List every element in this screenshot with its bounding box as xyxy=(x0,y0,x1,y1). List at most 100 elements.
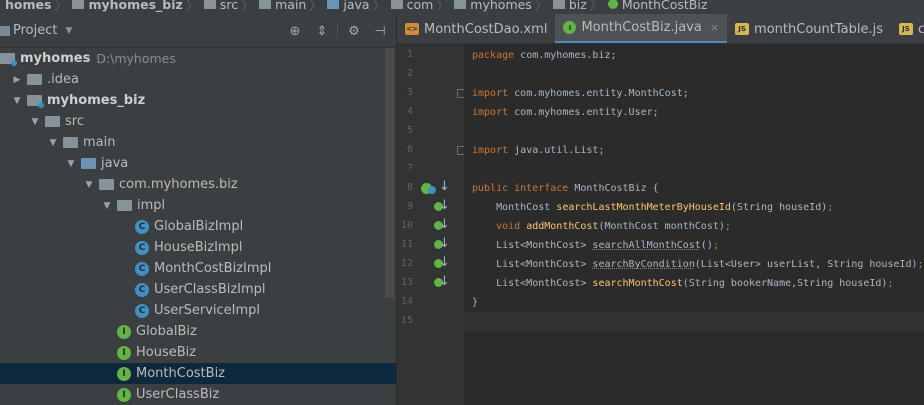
tree-item[interactable]: ▼ impl xyxy=(0,195,396,216)
chevron-down-icon[interactable]: ▼ xyxy=(65,26,72,36)
tree-item[interactable]: I HouseBiz xyxy=(0,342,396,363)
code-line[interactable]: import com.myhomes.entity.MonthCost; xyxy=(464,84,924,103)
tree-item[interactable]: C UserClassBizImpl xyxy=(0,279,396,300)
tree-item[interactable]: ▶ .idea xyxy=(0,69,396,90)
gutter-line[interactable]: 6 xyxy=(397,141,464,160)
locate-target-icon[interactable]: ⊕ xyxy=(287,23,303,39)
tree-item[interactable]: C GlobalBizImpl xyxy=(0,216,396,237)
breadcrumb-item[interactable]: src xyxy=(199,0,241,12)
line-number: 6 xyxy=(406,144,413,155)
gutter-line[interactable]: 15 xyxy=(397,312,464,331)
go-to-implementation-icon[interactable]: ↓ xyxy=(439,255,450,270)
gutter-line[interactable]: 1 xyxy=(397,46,464,65)
code-line[interactable] xyxy=(464,160,924,179)
tree-item[interactable]: I GlobalBiz xyxy=(0,321,396,342)
breadcrumb-item[interactable]: java xyxy=(322,0,372,12)
tree-item[interactable]: C HouseBizImpl xyxy=(0,237,396,258)
code-line[interactable]: package com.myhomes.biz; xyxy=(464,46,924,65)
chevron-right-icon[interactable]: ▶ xyxy=(11,75,23,85)
collapse-all-icon[interactable]: ⇕ xyxy=(314,23,330,39)
tree-item[interactable]: I UserClassBiz xyxy=(0,384,396,405)
code-line[interactable] xyxy=(464,312,924,331)
tab-label: cou xyxy=(918,22,924,37)
tree-item[interactable]: ▼ java xyxy=(0,153,396,174)
line-number: 2 xyxy=(406,68,413,79)
gutter-line[interactable]: 11 ↓ xyxy=(397,236,464,255)
chevron-down-icon[interactable]: ▼ xyxy=(29,117,41,127)
tree-item[interactable]: ▼ src xyxy=(0,111,396,132)
gutter-line[interactable]: 2 xyxy=(397,65,464,84)
tab-monthcostdao-xml[interactable]: <> MonthCostDao.xml xyxy=(397,14,555,43)
code-line[interactable] xyxy=(464,65,924,84)
breadcrumb-item[interactable]: biz xyxy=(548,0,590,12)
code-line[interactable]: List<MonthCost> searchMonthCost(String b… xyxy=(464,274,924,293)
breadcrumb-label: com xyxy=(406,0,434,12)
code-editor[interactable]: package com.myhomes.biz; import com.myhom… xyxy=(464,44,924,405)
code-line[interactable]: } xyxy=(464,293,924,312)
line-number: 12 xyxy=(400,258,413,269)
code-line[interactable]: import com.myhomes.entity.User; xyxy=(464,103,924,122)
tree-item[interactable]: ▼ main xyxy=(0,132,396,153)
go-to-implementation-icon[interactable]: ↓ xyxy=(439,198,450,213)
close-icon[interactable]: × xyxy=(710,21,719,34)
project-panel-title[interactable]: Project xyxy=(13,23,57,38)
tab-monthcounttable-js[interactable]: JS monthCountTable.js xyxy=(727,14,891,43)
gutter-line[interactable]: 7 xyxy=(397,160,464,179)
tree-item[interactable]: ▼myhomesD:\myhomes xyxy=(0,48,396,69)
gutter-line[interactable]: 14 xyxy=(397,293,464,312)
gutter-line[interactable]: 8 ↓ xyxy=(397,179,464,198)
line-number: 11 xyxy=(400,239,413,250)
go-to-implementation-icon[interactable]: ↓ xyxy=(439,274,450,289)
fold-toggle-icon[interactable] xyxy=(457,89,464,98)
gutter-line[interactable]: 9 ↓ xyxy=(397,198,464,217)
folder-icon xyxy=(63,137,78,148)
chevron-down-icon[interactable]: ▼ xyxy=(47,138,59,148)
tree-item[interactable]: C UserServiceImpl xyxy=(0,300,396,321)
code-line[interactable]: public interface MonthCostBiz { xyxy=(464,179,924,198)
tree-item[interactable]: C MonthCostBizImpl xyxy=(0,258,396,279)
gutter-line[interactable]: 12 ↓ xyxy=(397,255,464,274)
gutter-line[interactable]: 3 xyxy=(397,84,464,103)
gutter-line[interactable]: 10 ↓ xyxy=(397,217,464,236)
gear-icon[interactable]: ⚙ xyxy=(346,23,362,39)
tree-item[interactable]: ▼ com.myhomes.biz xyxy=(0,174,396,195)
tab-cou[interactable]: JS cou xyxy=(891,14,924,43)
line-number: 14 xyxy=(400,296,413,307)
code-line[interactable] xyxy=(464,122,924,141)
go-to-implementation-icon[interactable]: ↓ xyxy=(439,179,450,194)
tree-item-label: src xyxy=(65,114,84,129)
hide-panel-icon[interactable]: ⊣ xyxy=(372,23,388,39)
tree-item[interactable]: I MonthCostBiz xyxy=(0,363,396,384)
gutter-line[interactable]: 13 ↓ xyxy=(397,274,464,293)
line-number: 5 xyxy=(406,125,413,136)
breadcrumb-item[interactable]: main xyxy=(254,0,309,12)
code-line[interactable]: List<MonthCost> searchAllMonthCost(); xyxy=(464,236,924,255)
fold-toggle-icon[interactable] xyxy=(457,146,464,155)
tree-item-label: MonthCostBizImpl xyxy=(154,261,272,276)
tab-monthcostbiz-java[interactable]: I MonthCostBiz.java × xyxy=(555,14,728,43)
breadcrumb-separator: 〉 xyxy=(534,0,548,14)
tree-item-label: GlobalBiz xyxy=(136,324,197,339)
code-line[interactable]: List<MonthCost> searchByCondition(List<U… xyxy=(464,255,924,274)
breadcrumb-item[interactable]: com xyxy=(386,0,437,12)
go-to-implementation-icon[interactable]: ↓ xyxy=(439,217,450,232)
go-to-implementation-icon[interactable]: ↓ xyxy=(439,236,450,251)
breadcrumb-item[interactable]: myhomes xyxy=(449,0,535,12)
line-number: 8 xyxy=(406,182,413,193)
gutter-line[interactable]: 5 xyxy=(397,122,464,141)
breadcrumb-item[interactable]: myhomes_biz xyxy=(67,0,185,12)
code-line[interactable]: MonthCost searchLastMonthMeterByHouseId(… xyxy=(464,198,924,217)
code-line[interactable]: import java.util.List; xyxy=(464,141,924,160)
chevron-down-icon[interactable]: ▼ xyxy=(83,180,95,190)
gutter-line[interactable]: 4 xyxy=(397,103,464,122)
chevron-down-icon[interactable]: ▼ xyxy=(101,201,113,211)
editor-gutter: 1 2 3 4 5 6 7 8 ↓ 9 ↓ 10 ↓ 11 ↓ 12 ↓ 13 ↓ 14 15 xyxy=(397,44,464,405)
chevron-down-icon[interactable]: ▼ xyxy=(11,96,23,106)
chevron-down-icon[interactable]: ▼ xyxy=(65,159,77,169)
breadcrumb-item[interactable]: MonthCostBiz xyxy=(603,0,711,12)
breadcrumb-separator: 〉 xyxy=(309,0,323,14)
breadcrumb-item[interactable]: homes xyxy=(0,0,54,12)
code-line[interactable]: void addMonthCost(MonthCost monthCost); xyxy=(464,217,924,236)
tree-item[interactable]: ▼ myhomes_biz xyxy=(0,90,396,111)
tree-scrollbar[interactable] xyxy=(385,48,394,298)
